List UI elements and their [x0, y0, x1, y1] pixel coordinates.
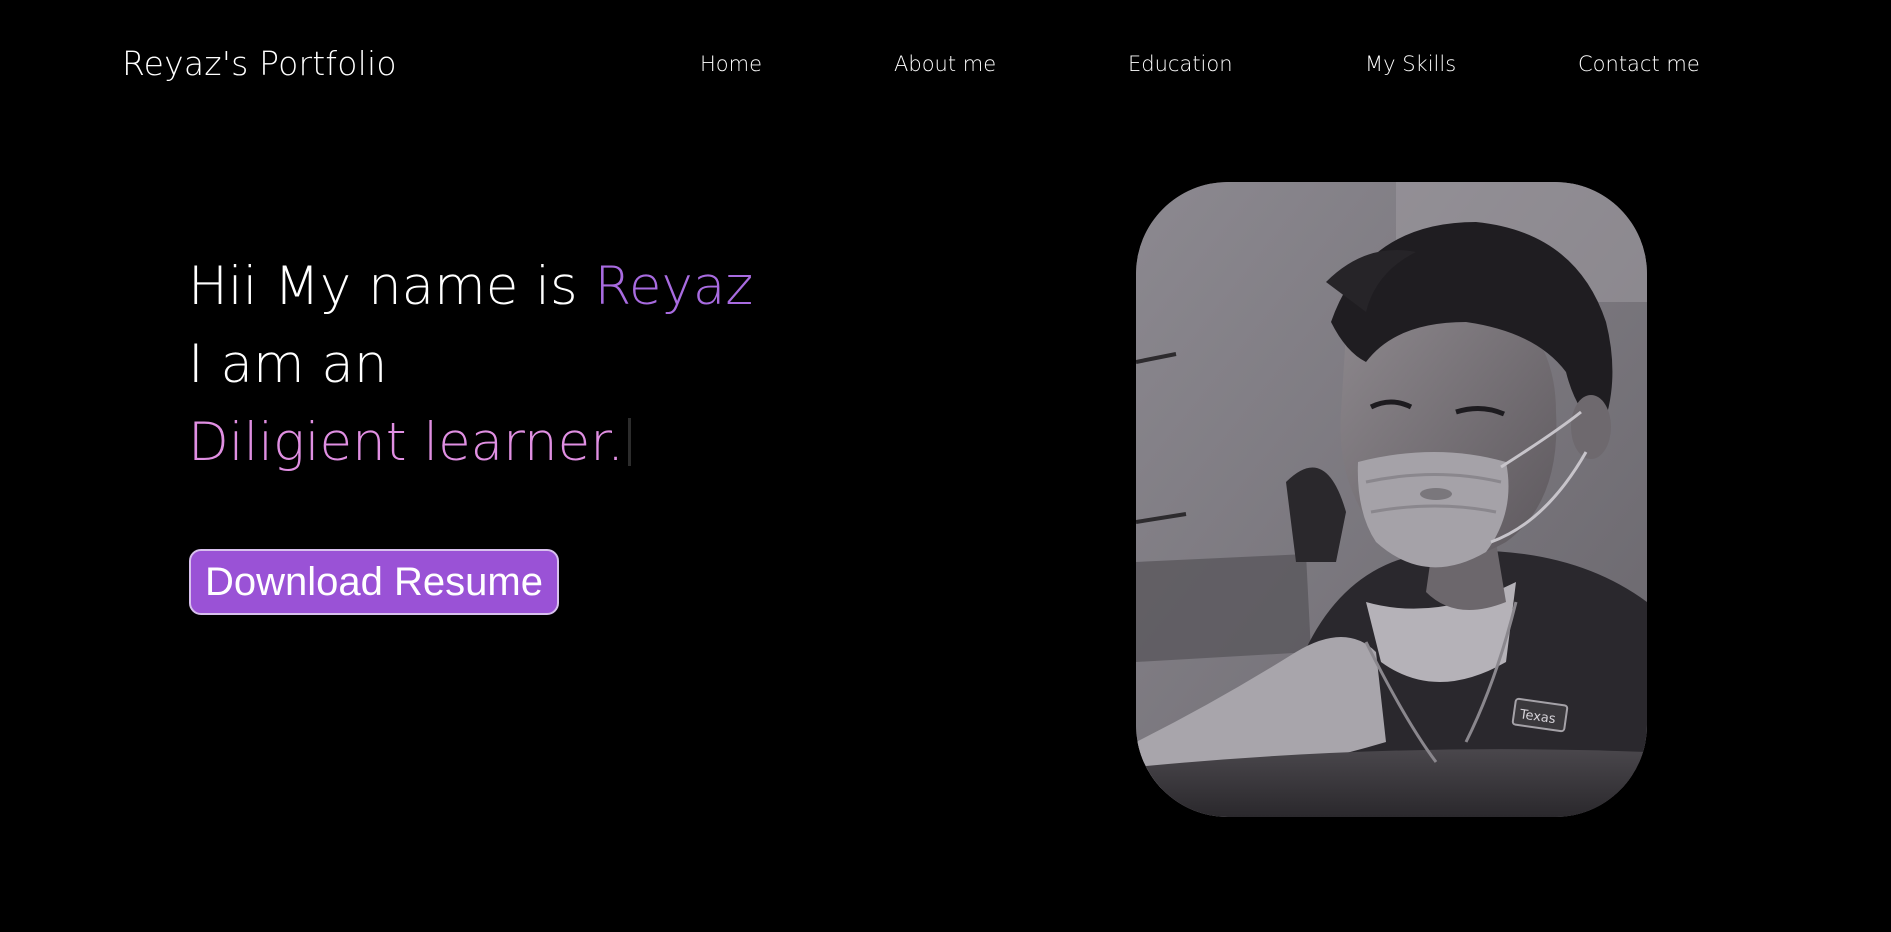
profile-photo-illustration: Texas [1136, 182, 1647, 817]
hero-intro: Hii My name is Reyaz I am an Diligient l… [188, 248, 753, 482]
nav-education-link[interactable]: Education [1128, 52, 1233, 76]
typed-role: Diligient learner. [188, 412, 624, 473]
page: Reyaz's Portfolio Home About me Educatio… [0, 0, 1891, 932]
download-resume-button[interactable]: Download Resume [189, 549, 559, 615]
intro-name: Reyaz [594, 256, 754, 317]
intro-line-2: I am an [188, 334, 388, 395]
typed-role-line: Diligient learner. [188, 404, 753, 482]
nav-skills-link[interactable]: My Skills [1365, 52, 1456, 76]
typing-caret [627, 418, 631, 466]
main-nav: Home About me Education My Skills Contac… [0, 52, 1891, 84]
intro-prefix: Hii My name is [188, 256, 595, 317]
nav-home-link[interactable]: Home [700, 52, 762, 76]
nav-about-link[interactable]: About me [894, 52, 996, 76]
intro-line: Hii My name is Reyaz [188, 248, 753, 326]
nav-contact-link[interactable]: Contact me [1578, 52, 1700, 76]
profile-photo: Texas [1136, 182, 1647, 817]
